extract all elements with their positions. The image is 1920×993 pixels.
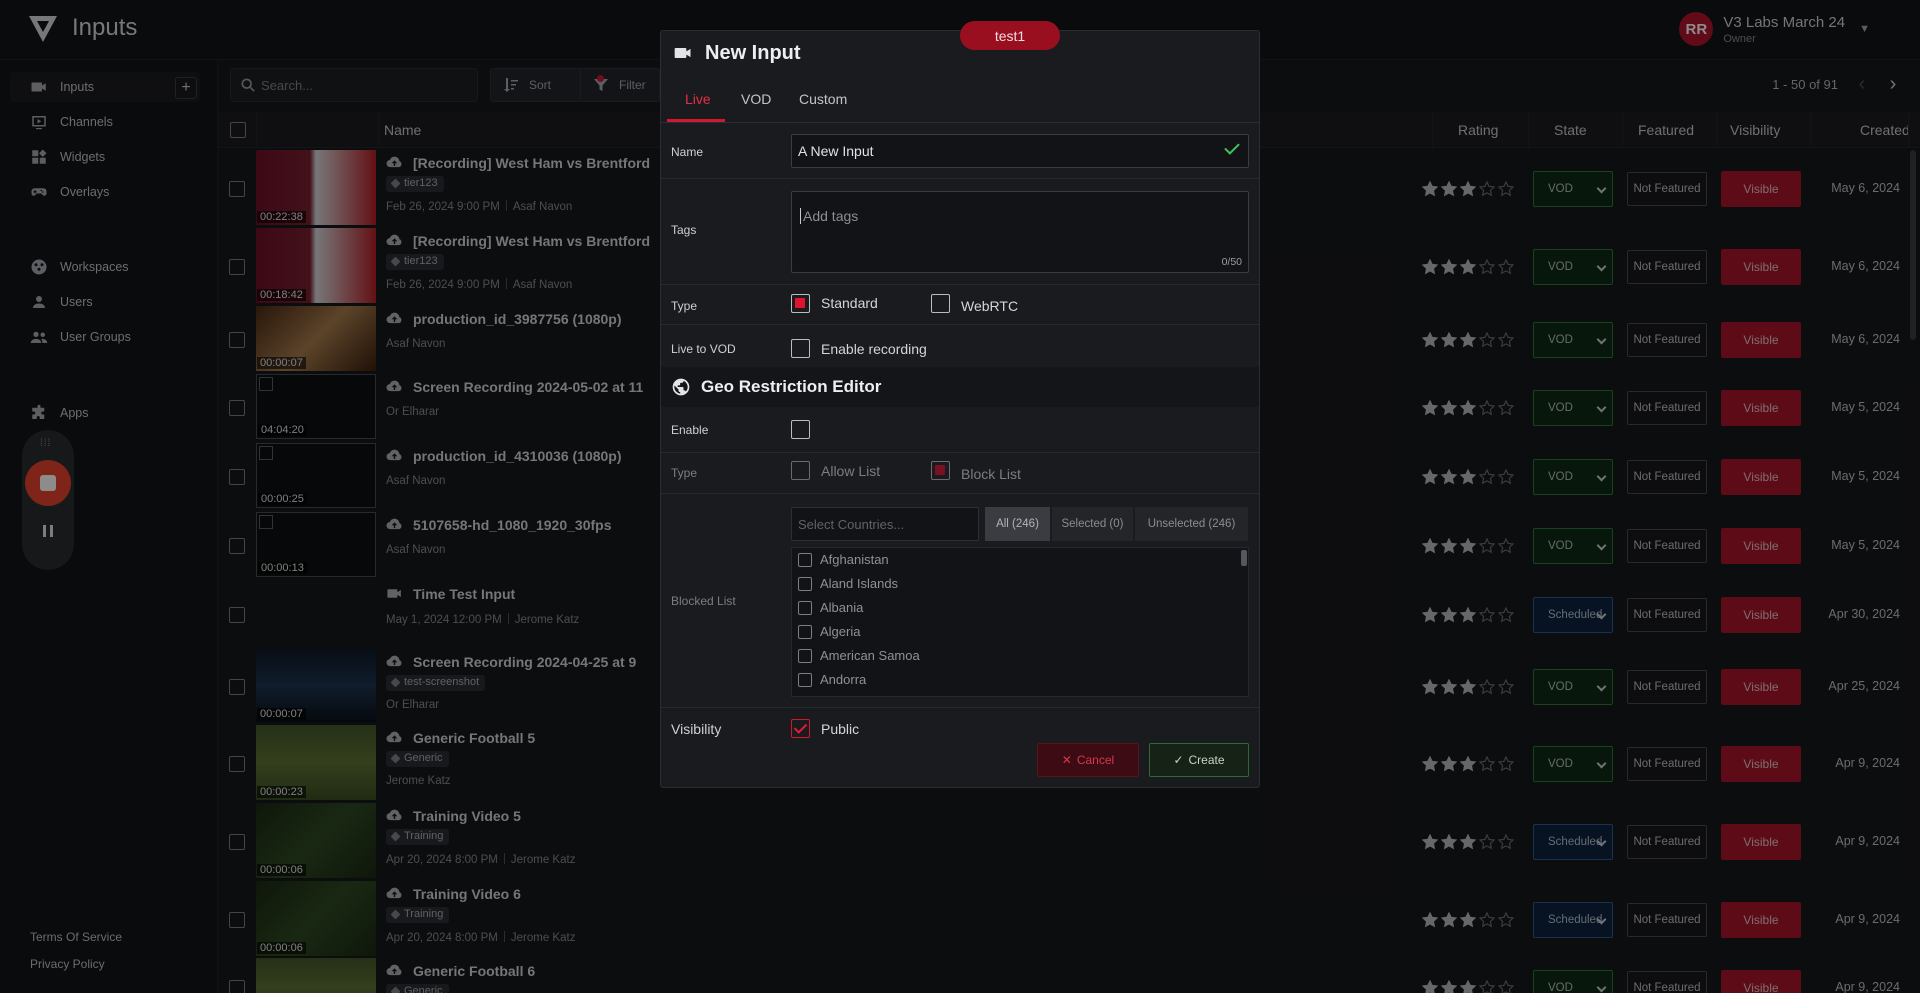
tab-live[interactable]: Live xyxy=(685,91,711,107)
tags-input[interactable] xyxy=(800,208,984,224)
allow-list-radio[interactable] xyxy=(791,461,810,480)
country-option[interactable]: American Samoa xyxy=(798,648,920,663)
block-list-radio[interactable] xyxy=(931,461,950,480)
tab-vod[interactable]: VOD xyxy=(741,91,771,107)
block-list-label: Block List xyxy=(961,466,1021,482)
active-tab-indicator xyxy=(667,119,725,122)
live-to-vod-label: Live to VOD xyxy=(671,342,736,356)
country-name: Andorra xyxy=(820,672,867,687)
public-checkbox[interactable] xyxy=(791,719,810,738)
name-label: Name xyxy=(671,145,704,159)
field-divider xyxy=(661,493,1259,494)
geo-enable-label: Enable xyxy=(671,423,709,437)
country-option[interactable]: Aland Islands xyxy=(798,576,898,591)
country-name: Albania xyxy=(820,600,864,615)
geo-type-label: Type xyxy=(671,466,698,480)
cancel-button[interactable]: ✕ Cancel xyxy=(1037,743,1139,777)
country-name: Aland Islands xyxy=(820,576,899,591)
country-name: Afghanistan xyxy=(820,552,889,567)
segment-unselected[interactable]: Unselected (246) xyxy=(1135,507,1249,541)
field-divider xyxy=(661,178,1259,179)
cancel-label: Cancel xyxy=(1076,753,1115,767)
country-option[interactable]: Albania xyxy=(798,600,863,615)
field-divider xyxy=(661,284,1259,285)
tags-counter: 0/50 xyxy=(1221,256,1242,268)
country-list: Afghanistan Aland Islands Albania Algeri… xyxy=(791,547,1249,697)
create-button[interactable]: ✓ Create xyxy=(1149,743,1249,777)
type-label: Type xyxy=(671,299,698,313)
country-checkbox[interactable] xyxy=(798,624,812,639)
country-name: Algeria xyxy=(820,624,861,639)
blocked-list-label: Blocked List xyxy=(671,594,736,608)
type-webrtc-radio[interactable] xyxy=(931,294,950,313)
country-option[interactable]: Algeria xyxy=(798,624,860,639)
country-list-scrollbar[interactable] xyxy=(1241,550,1247,566)
enable-recording-label: Enable recording xyxy=(821,341,927,357)
globe-icon xyxy=(672,378,690,396)
segment-all[interactable]: All (246) xyxy=(985,507,1051,541)
geo-restriction-title: Geo Restriction Editor xyxy=(701,377,882,396)
tags-label: Tags xyxy=(671,223,697,237)
field-divider xyxy=(661,324,1259,325)
tags-field[interactable]: 0/50 xyxy=(791,191,1249,273)
allow-list-label: Allow List xyxy=(821,463,881,479)
visibility-label: Visibility xyxy=(671,721,722,737)
geo-enable-checkbox[interactable] xyxy=(791,420,810,439)
country-option[interactable]: Afghanistan xyxy=(798,552,889,567)
close-icon: ✕ xyxy=(1061,753,1072,767)
type-standard-label: Standard xyxy=(821,295,878,311)
new-input-modal: New Input Live VOD Custom Name Tags 0/50… xyxy=(660,30,1260,788)
country-option[interactable]: Andorra xyxy=(798,672,866,687)
modal-tabs: Live VOD Custom xyxy=(661,75,1259,123)
type-webrtc-label: WebRTC xyxy=(961,298,1019,314)
camera-icon xyxy=(674,48,691,58)
country-checkbox[interactable] xyxy=(798,552,812,567)
country-checkbox[interactable] xyxy=(798,648,812,663)
country-checkbox[interactable] xyxy=(798,576,812,591)
field-divider xyxy=(661,452,1259,453)
field-divider xyxy=(661,707,1259,708)
enable-recording-checkbox[interactable] xyxy=(791,339,810,358)
country-checkbox[interactable] xyxy=(798,600,812,615)
country-checkbox[interactable] xyxy=(798,672,812,687)
create-label: Create xyxy=(1188,753,1225,767)
type-standard-radio[interactable] xyxy=(791,294,810,313)
check-icon: ✓ xyxy=(1173,753,1184,767)
modal-title: New Input xyxy=(705,41,801,64)
segment-selected[interactable]: Selected (0) xyxy=(1052,507,1134,541)
tenant-badge[interactable]: test1 xyxy=(960,21,1060,50)
geo-restriction-header: Geo Restriction Editor xyxy=(661,367,1259,407)
public-label: Public xyxy=(821,721,860,737)
country-name: American Samoa xyxy=(820,648,920,663)
name-input[interactable] xyxy=(791,134,1249,168)
select-countries-input[interactable] xyxy=(791,507,979,541)
tab-custom[interactable]: Custom xyxy=(799,91,847,107)
